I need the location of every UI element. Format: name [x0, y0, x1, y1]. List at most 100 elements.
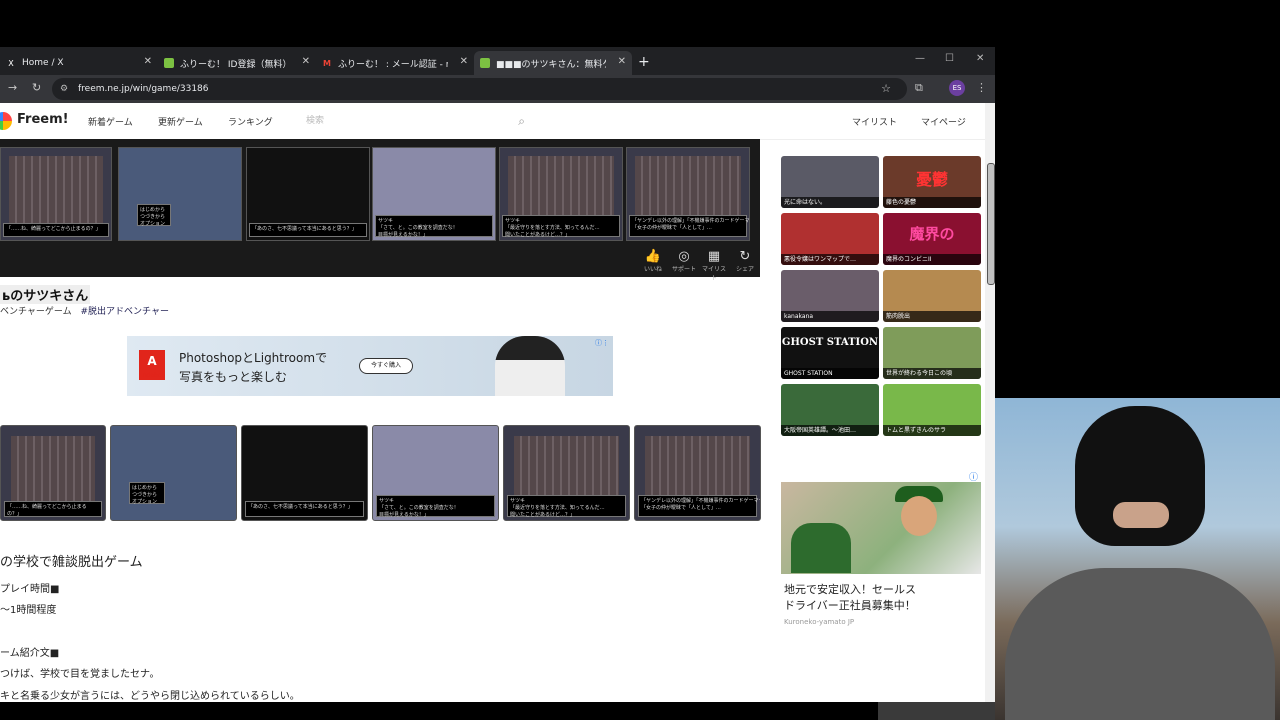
tab-gmail[interactable]: M ふりーむ！ : メール認証 - mzora.0 ✕ [316, 51, 474, 75]
tab-freem-register[interactable]: ふりーむ！ ID登録（無料） ✕ [158, 51, 316, 75]
gallery-shot[interactable]: 「……ね、綺麗ってどこから止まるの？」 [0, 147, 112, 241]
genre-tag[interactable]: ベンチャーゲーム [0, 307, 72, 317]
game-card[interactable]: 悪役令嬢はワンマップで… [781, 213, 879, 265]
tab-title: ふりーむ！ : メール認証 - mzora.0 [338, 59, 448, 70]
webcam-person-eyes [1113, 502, 1169, 528]
nav-ranking[interactable]: ランキング [228, 115, 273, 128]
tab-x[interactable]: X Home / X ✕ [0, 51, 158, 75]
nav-new-games[interactable]: 新着ゲーム [88, 115, 133, 128]
shot-caption: 「ヤンデレ以外の理解」「不機嫌事件のカードゲーマー」 「女子の仲が曖昧で「人とし… [629, 215, 749, 237]
game-card[interactable]: GHOST STATION GHOST STATION [781, 327, 879, 379]
extensions-icon[interactable]: ⧉ [915, 81, 923, 95]
profile-avatar[interactable]: ES [949, 80, 965, 96]
ad-photo-detail [901, 496, 937, 536]
escape-tag[interactable]: #脱出アドベンチャー [81, 307, 169, 317]
minimize-icon[interactable]: — [915, 53, 925, 64]
scrollbar[interactable] [985, 103, 995, 702]
thumb-caption: はじめから つづきから オプション [129, 482, 165, 505]
intro-text-1: つけば、学校で目を覚ましたセナ。 [0, 669, 160, 680]
browser-window: X Home / X ✕ ふりーむ！ ID登録（無料） ✕ M ふりーむ！ : … [0, 47, 995, 702]
playtime-label: プレイ時間■ [0, 584, 60, 595]
ad-info-icon[interactable]: ⓘ⋮ [595, 338, 609, 348]
freem-logo-icon[interactable] [0, 112, 12, 130]
thumbnail[interactable]: サツキ 「さて、と。この教室を調査だな！ 目標が見えるかな！」 [372, 425, 499, 521]
like-button[interactable]: 👍 いいね [639, 249, 667, 273]
card-label: 光に命はない。 [781, 197, 879, 208]
window-close-icon[interactable]: ✕ [976, 53, 984, 64]
reload-icon[interactable]: ↻ [32, 81, 41, 94]
forward-icon[interactable]: → [8, 81, 17, 94]
search-input[interactable]: 検索 ⌕ [302, 111, 531, 131]
game-card[interactable]: 筋肉脱出 [883, 270, 981, 322]
maximize-icon[interactable]: ☐ [945, 53, 954, 64]
ad-subline: 写真をもっと楽しむ [179, 370, 288, 384]
game-card[interactable]: kanakana [781, 270, 879, 322]
close-icon[interactable]: ✕ [302, 56, 310, 67]
taskbar-fragment [878, 702, 995, 720]
thumbnail[interactable]: 「あのさ、七不思議って本当にあると思う？」 [241, 425, 368, 521]
thumb-caption: 「ヤンデレ以外の理解」「不機嫌事件のカードゲーマー」 「女子の仲が曖昧で「人とし… [638, 495, 760, 517]
menu-icon[interactable]: ⋮ [976, 81, 987, 94]
screenshot-gallery: 「……ね、綺麗ってどこから止まるの？」 はじめから つづきから オプション 「あ… [0, 139, 760, 282]
freem-icon [164, 58, 174, 68]
description-headline: の学校で雑談脱出ゲーム [0, 555, 143, 570]
game-card[interactable]: 光に命はない。 [781, 156, 879, 208]
yamato-ad[interactable]: ⓘ 地元で安定収入！セールス ドライバー正社員募集中！ Kuroneko-yam… [781, 470, 981, 632]
game-card[interactable]: 大阪帝国英雄譚。～池田… [781, 384, 879, 436]
game-card[interactable]: 世界が終わる今日この頃 [883, 327, 981, 379]
tab-bar: X Home / X ✕ ふりーむ！ ID登録（無料） ✕ M ふりーむ！ : … [0, 47, 995, 75]
game-tags: ベンチャーゲーム #脱出アドベンチャー [0, 304, 169, 317]
ad-source: Kuroneko-yamato JP [784, 618, 855, 626]
card-label: 魔界のコンビニII [883, 254, 981, 265]
thumbnail[interactable]: はじめから つづきから オプション [110, 425, 237, 521]
ad-headline: PhotoshopとLightroomで [179, 351, 328, 365]
search-icon[interactable]: ⌕ [518, 111, 525, 131]
close-icon[interactable]: ✕ [144, 56, 152, 67]
thumbnail[interactable]: 「ヤンデレ以外の理解」「不機嫌事件のカードゲーマー」 「女子の仲が曖昧で「人とし… [634, 425, 761, 521]
thumbs-up-icon: 👍 [644, 249, 662, 264]
card-label: 筋肉脱出 [883, 311, 981, 322]
site-header: Freem! 新着ゲーム 更新ゲーム ランキング 検索 ⌕ マイリスト マイペー… [0, 103, 985, 140]
share-icon: ↻ [739, 249, 751, 264]
gallery-shot[interactable]: 「ヤンデレ以外の理解」「不機嫌事件のカードゲーマー」 「女子の仲が曖昧で「人とし… [626, 147, 750, 241]
card-label: 大阪帝国英雄譚。～池田… [781, 425, 879, 436]
nav-mylist[interactable]: マイリスト [852, 115, 897, 128]
card-label: GHOST STATION [781, 368, 879, 379]
card-label: 世界が終わる今日この頃 [883, 368, 981, 379]
game-card[interactable]: トムと黒ずきんのサラ [883, 384, 981, 436]
nav-updated-games[interactable]: 更新ゲーム [158, 115, 203, 128]
close-icon[interactable]: ✕ [618, 56, 626, 67]
adobe-brand: Adobe [142, 372, 162, 379]
gallery-shot[interactable]: サツキ 「最近守りを落とす方法、知ってるんだ… 聞いたことがあるけど…？」 [499, 147, 623, 241]
thumbnail[interactable]: 「……ね、綺麗ってどこから止まるの？」 [0, 425, 106, 521]
card-art-text: GHOST STATION [781, 337, 879, 348]
game-card[interactable]: 魔界の魔界のコンビニII [883, 213, 981, 265]
scrollbar-thumb[interactable] [987, 163, 995, 285]
gallery-shot[interactable]: はじめから つづきから オプション [118, 147, 242, 241]
close-icon[interactable]: ✕ [460, 56, 468, 67]
adobe-ad-banner[interactable]: A Adobe PhotoshopとLightroomで 写真をもっと楽しむ 今… [127, 336, 613, 396]
card-art-text: 魔界の [909, 225, 955, 243]
shot-caption: サツキ 「さて、と。この教室を調査だな！ 目標が見えるかな！」 [375, 215, 493, 238]
url-input[interactable]: ⚙ freem.ne.jp/win/game/33186 ☆ [52, 78, 907, 100]
ad-cta-button[interactable]: 今すぐ購入 [359, 358, 413, 374]
shot-caption: サツキ 「最近守りを落とす方法、知ってるんだ… 聞いたことがあるけど…？」 [502, 215, 620, 238]
tab-title: Home / X [22, 58, 64, 68]
new-tab-icon[interactable]: + [638, 54, 650, 70]
share-button[interactable]: ↻ シェア [731, 249, 759, 273]
card-label: kanakana [781, 311, 879, 322]
site-info-icon[interactable]: ⚙ [60, 78, 68, 100]
tab-satsuki[interactable]: ■■■のサツキさん：無料ゲーム配 ✕ [474, 51, 632, 75]
support-button[interactable]: ◎ サポート [670, 249, 698, 273]
nav-mypage[interactable]: マイページ [921, 115, 966, 128]
thumbnail[interactable]: サツキ 「最近守りを落とす方法、知ってるんだ… 聞いたことがあるけど…？」 [503, 425, 630, 521]
game-card[interactable]: 憂鬱 藤色の憂鬱 [883, 156, 981, 208]
address-bar: → ↻ ⚙ freem.ne.jp/win/game/33186 ☆ ⧉ ES … [0, 75, 995, 103]
site-logo[interactable]: Freem! [17, 112, 69, 127]
webcam-overlay [995, 398, 1280, 720]
gallery-shot[interactable]: 「あのさ、七不思議って本当にあると思う？」 [246, 147, 370, 241]
bookmark-star-icon[interactable]: ☆ [881, 78, 891, 100]
mylist-button[interactable]: ▦ マイリスト [700, 249, 728, 282]
gallery-shot[interactable]: サツキ 「さて、と。この教室を調査だな！ 目標が見えるかな！」 [372, 147, 496, 241]
card-label: 悪役令嬢はワンマップで… [781, 254, 879, 265]
